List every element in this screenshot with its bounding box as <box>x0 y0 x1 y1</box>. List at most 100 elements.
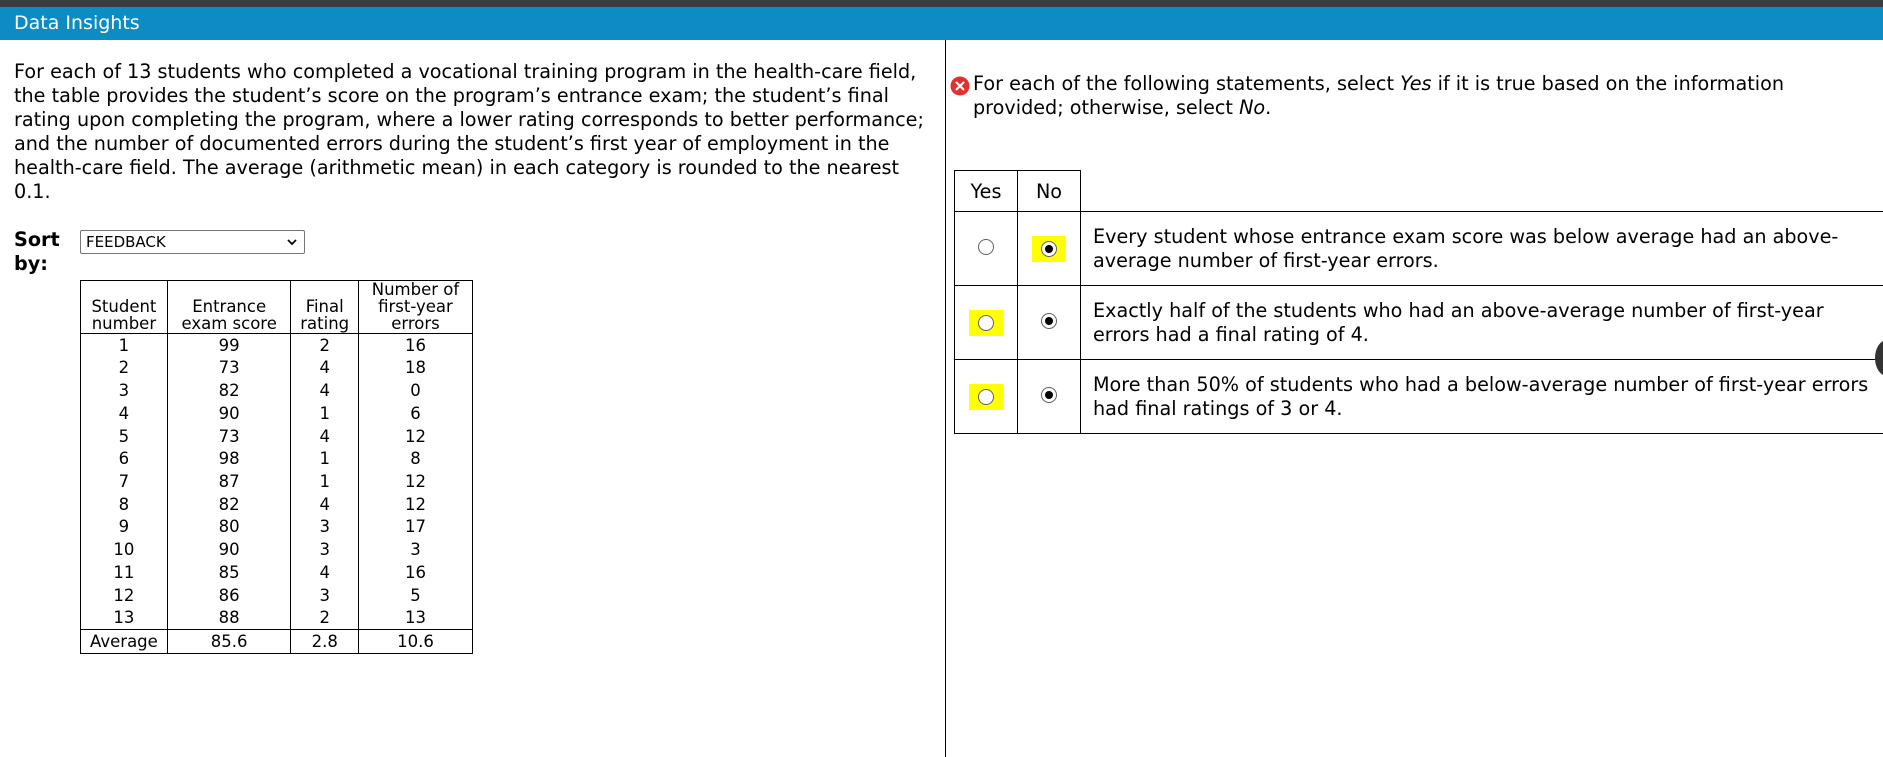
column-header-line: rating <box>300 314 350 333</box>
table-row: 6 98 1 8 <box>80 447 474 471</box>
table-cell: 4 <box>290 492 359 516</box>
table-cell: 3 <box>357 538 474 562</box>
table-cell: 1 <box>290 402 359 425</box>
statement-row: Every student whose entrance exam score … <box>954 211 1883 286</box>
table-row: 12 86 3 5 <box>80 583 474 607</box>
sort-selected-value: FEEDBACK <box>86 233 166 251</box>
table-row: 2 73 4 18 <box>80 356 474 380</box>
sort-label: Sort by: <box>14 228 60 275</box>
table-row: 4 90 1 6 <box>80 402 474 425</box>
table-cell: 5 <box>80 424 168 448</box>
table-cell: 7 <box>80 470 168 493</box>
column-header-yes: Yes <box>954 170 1018 212</box>
table-cell: 2 <box>80 356 168 380</box>
window-top-strip <box>0 0 1883 7</box>
radio-yes[interactable] <box>978 314 994 331</box>
table-cell: 98 <box>166 447 292 471</box>
table-cell: 12 <box>357 424 474 448</box>
table-cell: 0 <box>357 379 474 403</box>
table-row: 13 88 2 13 <box>80 606 474 630</box>
statement-text: More than 50% of students who had a belo… <box>1080 359 1883 434</box>
statement-row: More than 50% of students who had a belo… <box>954 359 1883 434</box>
statement-text: Every student whose entrance exam score … <box>1080 211 1883 286</box>
table-cell: 4 <box>290 356 359 380</box>
column-header-line: number <box>91 314 157 333</box>
radio-no[interactable] <box>1041 313 1057 329</box>
table-cell: 1 <box>290 447 359 471</box>
average-cell: 10.6 <box>357 629 474 654</box>
data-table: Student number Entrance exam score Final rati… <box>80 280 474 654</box>
error-x-icon <box>950 76 970 96</box>
table-cell: 3 <box>290 515 359 539</box>
table-row: 10 90 3 3 <box>80 538 474 562</box>
table-row: 11 85 4 16 <box>80 561 474 584</box>
column-header: Student number <box>80 280 168 334</box>
table-cell: 17 <box>357 515 474 539</box>
table-cell: 3 <box>290 538 359 562</box>
sort-dropdown[interactable]: FEEDBACK <box>80 230 305 254</box>
table-cell: 8 <box>80 492 168 516</box>
table-cell: 3 <box>290 583 359 607</box>
table-cell: 85 <box>166 561 292 584</box>
table-cell: 86 <box>166 583 292 607</box>
answer-cell-yes <box>954 211 1018 286</box>
table-cell: 6 <box>80 447 168 471</box>
column-header-line: Student <box>91 297 157 316</box>
table-cell: 3 <box>80 379 168 403</box>
table-cell: 99 <box>166 333 292 357</box>
answer-cell-yes <box>954 359 1018 434</box>
radio-no[interactable] <box>1041 387 1057 403</box>
table-row: 9 80 3 17 <box>80 515 474 539</box>
table-cell: 13 <box>357 606 474 630</box>
column-header-line: Entrance <box>192 297 267 316</box>
table-cell: 73 <box>166 356 292 380</box>
table-cell: 2 <box>290 333 359 357</box>
radio-yes[interactable] <box>978 239 994 255</box>
table-cell: 16 <box>357 333 474 357</box>
average-cell: 85.6 <box>166 629 292 654</box>
radio-no[interactable] <box>1041 240 1057 257</box>
table-row: 7 87 1 12 <box>80 470 474 493</box>
prompt-no-word: No <box>1239 96 1266 119</box>
table-row: 5 73 4 12 <box>80 424 474 448</box>
answer-cell-no <box>1017 211 1081 286</box>
table-average-row: Average 85.6 2.8 10.6 <box>80 629 474 654</box>
column-header: Number of first-year errors <box>357 280 474 334</box>
table-cell: 4 <box>290 561 359 584</box>
column-header-line: Number of <box>371 280 460 299</box>
table-cell: 6 <box>357 402 474 425</box>
table-cell: 1 <box>290 470 359 493</box>
table-cell: 11 <box>80 561 168 584</box>
answer-cell-no <box>1017 285 1081 360</box>
table-cell: 88 <box>166 606 292 630</box>
table-cell: 12 <box>80 583 168 607</box>
table-cell: 16 <box>357 561 474 584</box>
app-title: Data Insights <box>14 12 140 34</box>
table-cell: 5 <box>357 583 474 607</box>
intro-text: For each of 13 students who completed a … <box>14 60 924 203</box>
table-cell: 13 <box>80 606 168 630</box>
column-header-line: exam score <box>181 314 277 333</box>
table-cell: 1 <box>80 333 168 357</box>
column-header-line: errors <box>391 314 440 333</box>
table-cell: 80 <box>166 515 292 539</box>
table-cell: 18 <box>357 356 474 380</box>
prompt-text: For each of the following statements, se… <box>973 72 1401 95</box>
table-cell: 8 <box>357 447 474 471</box>
column-header-line: Final <box>305 297 344 316</box>
left-pane: For each of 13 students who completed a … <box>0 40 945 757</box>
table-cell: 90 <box>166 402 292 425</box>
table-cell: 4 <box>290 424 359 448</box>
statement-row: Exactly half of the students who had an … <box>954 285 1883 360</box>
radio-yes[interactable] <box>978 388 994 405</box>
answer-cell-yes <box>954 285 1018 360</box>
prompt-text: . <box>1265 96 1272 119</box>
answer-table: Yes No Every student whose entrance exam… <box>954 170 1883 434</box>
column-header: Entrance exam score <box>166 280 292 334</box>
table-cell: 73 <box>166 424 292 448</box>
column-header: Final rating <box>290 280 359 334</box>
table-row: 8 82 4 12 <box>80 492 474 516</box>
average-cell: 2.8 <box>290 629 359 654</box>
average-cell: Average <box>80 629 168 654</box>
table-cell: 82 <box>166 379 292 403</box>
